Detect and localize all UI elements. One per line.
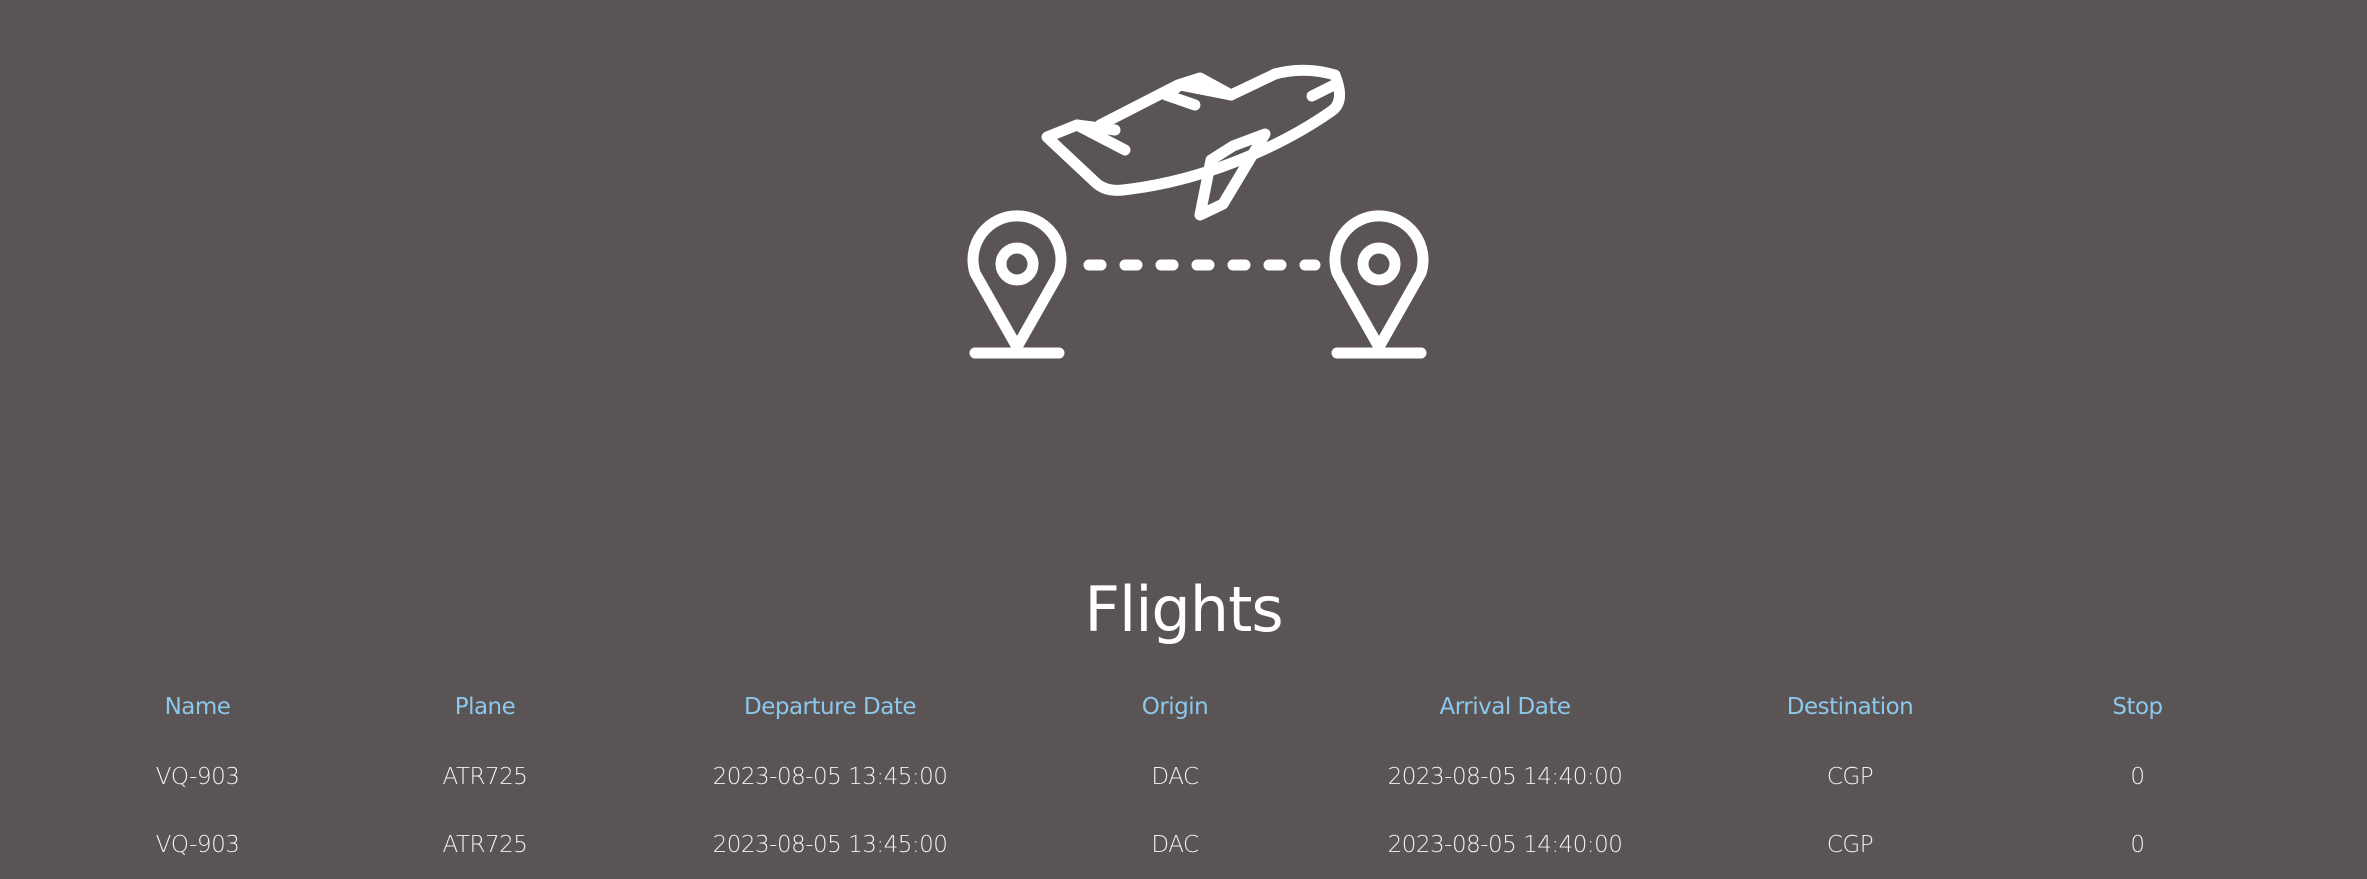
airplane-icon	[1041, 64, 1345, 221]
cell-arrival-date: 2023-08-05 14:40:00	[1387, 832, 1623, 858]
column-header-origin: Origin	[1141, 693, 1209, 720]
table-row[interactable]: VQ-903 ATR725 2023-08-05 13:45:00 DAC 20…	[60, 743, 2260, 811]
table-row[interactable]: VQ-903 ATR725 2023-08-05 13:45:00 DAC 20…	[60, 811, 2260, 879]
column-header-name: Name	[164, 693, 231, 720]
cell-destination: CGP	[1826, 764, 1874, 790]
column-header-stop: Stop	[2112, 693, 2163, 720]
cell-plane: ATR725	[442, 832, 528, 858]
cell-departure-date: 2023-08-05 13:45:00	[712, 832, 948, 858]
cell-stop: 0	[2130, 832, 2145, 858]
cell-arrival-date: 2023-08-05 14:40:00	[1387, 764, 1623, 790]
cell-origin: DAC	[1151, 764, 1199, 790]
flights-table: Name Plane Departure Date Origin Arrival…	[60, 670, 2260, 879]
column-header-plane: Plane	[454, 693, 516, 720]
page-title: Flights	[1084, 573, 1283, 646]
column-header-destination: Destination	[1786, 693, 1914, 720]
cell-departure-date: 2023-08-05 13:45:00	[712, 764, 948, 790]
destination-pin-icon	[1329, 210, 1429, 359]
column-header-departure-date: Departure Date	[744, 693, 917, 720]
cell-origin: DAC	[1151, 832, 1199, 858]
airplane-route-icon	[967, 64, 1429, 359]
cell-name: VQ-903	[155, 764, 240, 790]
cell-plane: ATR725	[442, 764, 528, 790]
cell-name: VQ-903	[155, 832, 240, 858]
hero-illustration	[955, 55, 1435, 365]
table-header-row: Name Plane Departure Date Origin Arrival…	[60, 670, 2260, 743]
origin-pin-icon	[967, 210, 1067, 359]
column-header-arrival-date: Arrival Date	[1439, 693, 1571, 720]
cell-stop: 0	[2130, 764, 2145, 790]
cell-destination: CGP	[1826, 832, 1874, 858]
